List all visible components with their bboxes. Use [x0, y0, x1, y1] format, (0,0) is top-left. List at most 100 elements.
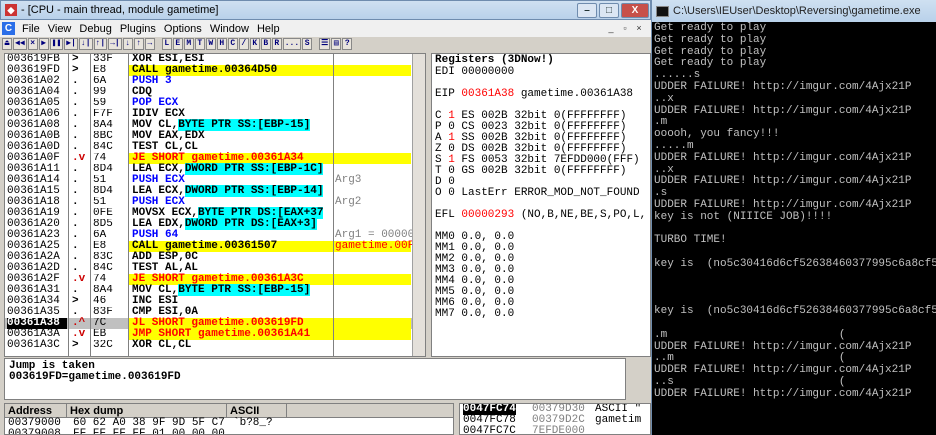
maximize-button[interactable]: □ — [599, 3, 619, 18]
hex-dump-pane[interactable]: Address Hex dump ASCII 00379000 60 62 A0 … — [4, 403, 454, 435]
disassembly-scrollbar[interactable] — [412, 54, 425, 356]
row-hex: E8 — [93, 241, 107, 252]
console-line: UDDER FAILURE! http://imgur.com/4Ajx21P — [654, 104, 912, 117]
register-line[interactable]: EIP 00361A38 gametime.00361A38 — [432, 89, 650, 100]
stack-row[interactable]: 0047FC7C 7EFDE000 — [460, 426, 650, 435]
ollydbg-titlebar[interactable]: ◆ - [CPU - main thread, module gametime]… — [0, 0, 651, 20]
mdi-close-button[interactable]: × — [633, 22, 645, 34]
row-hex: 74 — [93, 153, 107, 164]
console-line: UDDER FAILURE! http://imgur.com/4Ajx21P — [654, 175, 912, 188]
toolbar-button[interactable]: ❚❚ — [49, 38, 64, 50]
disassembly-pane[interactable]: 003619FB >33F XOR ESI,ESI 003619FD > E8 CALL g… — [4, 53, 426, 357]
console-line: TURBO TIME! — [654, 234, 727, 247]
toolbar-button[interactable]: C — [227, 38, 238, 50]
toolbar-button[interactable]: K — [249, 38, 260, 50]
console-line: UDDER FAILURE! http://imgur.com/4Ajx21P — [654, 80, 912, 93]
toolbar-button[interactable]: M — [183, 38, 194, 50]
stack-value: 7EFDE000 — [532, 425, 585, 435]
row-hex: 6A — [93, 76, 107, 87]
toolbar-button[interactable]: L — [161, 38, 172, 50]
toolbar-button[interactable]: R — [271, 38, 282, 50]
toolbar-button[interactable]: ▶| — [64, 38, 78, 50]
console-titlebar[interactable]: C:\Users\IEUser\Desktop\Reversing\gameti… — [652, 0, 936, 22]
row-hex: 51 — [93, 175, 107, 186]
console-title: C:\Users\IEUser\Desktop\Reversing\gameti… — [673, 5, 921, 17]
row-hex: 8D4 — [93, 186, 113, 197]
console-line: key is (no5c30416d6cf52638460377995c6a8c… — [654, 257, 936, 270]
row-hex: 32C — [93, 340, 113, 351]
row-hex: 8A4 — [93, 285, 113, 296]
desktop: ◆ - [CPU - main thread, module gametime]… — [0, 0, 936, 435]
menu-view[interactable]: View — [44, 23, 76, 35]
toolbar-button[interactable]: ↑| — [93, 38, 108, 50]
close-button[interactable]: X — [621, 3, 649, 18]
row-hex: 84C — [93, 263, 113, 274]
row-address: 00361A3C — [7, 339, 60, 351]
register-line[interactable]: O 0 LastErr ERROR_MOD_NOT_FOUND — [432, 188, 650, 199]
registers-pane[interactable]: Registers (3DNow!) EDI 00000000 EIP 00361… — [431, 53, 651, 357]
toolbar-button[interactable]: ... — [282, 38, 302, 50]
row-hex: 46 — [93, 296, 107, 307]
dump-col-hex[interactable]: Hex dump — [67, 404, 227, 418]
register-line[interactable]: EFL 00000293 (NO,B,NE,BE,S,PO,L, — [432, 210, 650, 221]
row-instruction: PUSH 3 — [132, 75, 172, 87]
dump-address: 00379008 — [8, 428, 61, 435]
dump-row[interactable]: 00379008 FF FF FF FF 01 00 00 00 — [5, 429, 453, 435]
menu-plugins[interactable]: Plugins — [116, 23, 160, 35]
toolbar-button[interactable]: ? — [342, 38, 353, 50]
toolbar-button[interactable]: → — [144, 38, 155, 50]
toolbar-button[interactable]: T — [194, 38, 205, 50]
register-line[interactable]: T 0 GS 002B 32bit 0(FFFFFFFF) — [432, 166, 650, 177]
info-pane: Jump is taken 003619FD=gametime.003619FD — [4, 358, 626, 400]
toolbar-button[interactable]: B — [260, 38, 271, 50]
dump-col-ascii[interactable]: ASCII — [227, 404, 287, 418]
toolbar-button[interactable]: W — [205, 38, 216, 50]
toolbar: ⏏ ◀◀ × ▶ ❚❚ ▶| ↓| ↑| →| ↓ ↑ → L E M T W H C / K B R... S ☰ ▤? — [0, 37, 651, 51]
toolbar-button[interactable]: H — [216, 38, 227, 50]
stack-pane[interactable]: 0047FC74 00379D30 ASCII " 0047FC78 00379D2C g… — [459, 403, 651, 435]
row-hex: 8BC — [93, 131, 113, 142]
dump-col-address[interactable]: Address — [5, 404, 67, 418]
mdi-restore-button[interactable]: ▫ — [619, 22, 631, 34]
console-line: ooooh, you fancy!!! — [654, 128, 780, 141]
cpu-window-icon[interactable]: C — [2, 22, 15, 35]
menu-help[interactable]: Help — [253, 23, 284, 35]
console-line: key is (no5c30416d6cf52638460377995c6a8c… — [654, 305, 936, 318]
info-line-2: 003619FD=gametime.003619FD — [9, 371, 181, 383]
toolbar-button[interactable]: ↓ — [122, 38, 133, 50]
dump-header: Address Hex dump ASCII — [5, 404, 453, 418]
toolbar-button[interactable]: ▶ — [38, 38, 49, 50]
menu-window[interactable]: Window — [206, 23, 253, 35]
register-line[interactable]: EDI 00000000 — [432, 67, 650, 78]
dump-ascii: `b?8_? — [233, 417, 273, 429]
register-line[interactable]: MM7 0.0, 0.0 — [432, 309, 650, 320]
console-line: .....m — [654, 139, 694, 152]
toolbar-button[interactable]: / — [238, 38, 249, 50]
toolbar-button[interactable]: →| — [108, 38, 122, 50]
toolbar-button[interactable]: ⏏ — [2, 38, 12, 50]
console-app-icon — [656, 5, 669, 17]
menu-file[interactable]: File — [18, 23, 44, 35]
menu-debug[interactable]: Debug — [75, 23, 115, 35]
toolbar-button[interactable]: ☰ — [319, 38, 331, 50]
stack-address: 0047FC7C — [463, 425, 516, 435]
console-line: UDDER FAILURE! http://imgur.com/4Ajx21P — [654, 151, 912, 164]
row-hex: 8D4 — [93, 164, 113, 175]
menu-bar: C File View Debug Plugins Options Window… — [0, 20, 651, 37]
console-line: ..s ( — [654, 375, 846, 388]
toolbar-button[interactable]: × — [27, 38, 38, 50]
toolbar-button[interactable]: ▤ — [331, 38, 342, 50]
mdi-minimize-button[interactable]: _ — [605, 22, 617, 34]
toolbar-button[interactable]: ↓| — [78, 38, 93, 50]
toolbar-button[interactable]: S — [302, 38, 313, 50]
row-hex: E8 — [93, 65, 107, 76]
minimize-button[interactable]: – — [577, 3, 597, 18]
toolbar-button[interactable]: ◀◀ — [13, 38, 27, 50]
toolbar-button[interactable]: ↑ — [133, 38, 144, 50]
row-hex: 59 — [93, 98, 107, 109]
toolbar-button[interactable]: E — [172, 38, 183, 50]
row-hex: 84C — [93, 142, 113, 153]
menu-options[interactable]: Options — [160, 23, 206, 35]
window-title: - [CPU - main thread, module gametime] — [21, 4, 219, 16]
